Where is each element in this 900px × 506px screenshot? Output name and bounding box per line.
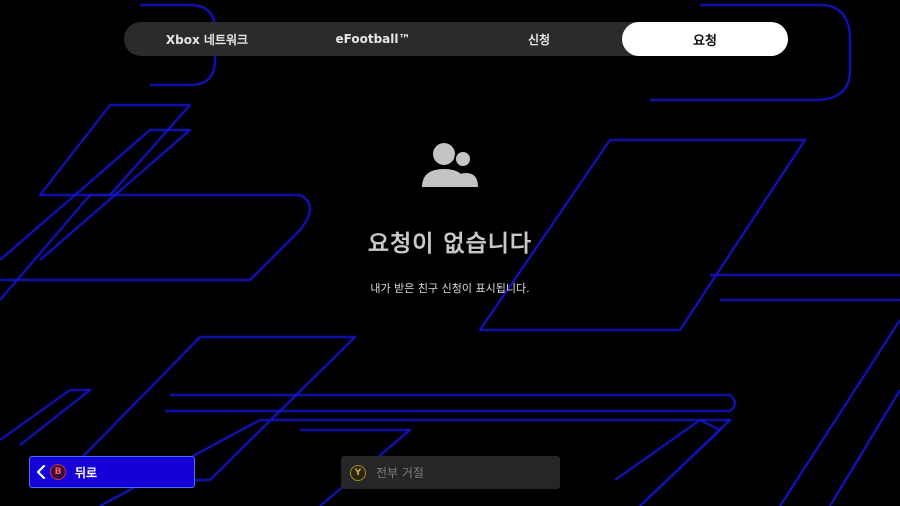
back-button[interactable]: B 뒤로 bbox=[29, 456, 195, 488]
empty-state-title: 요청이 없습니다 bbox=[367, 231, 533, 257]
tab-efootball[interactable]: eFootball™ bbox=[290, 22, 456, 56]
chevron-left-icon bbox=[36, 465, 46, 479]
reject-all-label: 전부 거절 bbox=[376, 466, 424, 480]
empty-state-description: 내가 받은 친구 신청이 표시됩니다. bbox=[370, 282, 530, 295]
tab-bar: Xbox 네트워크 eFootball™ 신청 요청 bbox=[124, 22, 788, 56]
empty-state: 요청이 없습니다 내가 받은 친구 신청이 표시됩니다. bbox=[0, 140, 900, 296]
tab-applications[interactable]: 신청 bbox=[456, 22, 622, 56]
back-label: 뒤로 bbox=[75, 465, 98, 480]
users-icon bbox=[422, 143, 478, 187]
b-button-icon: B bbox=[50, 464, 66, 480]
tab-requests[interactable]: 요청 bbox=[622, 22, 788, 56]
y-button-icon: Y bbox=[350, 464, 366, 481]
tab-xbox-network[interactable]: Xbox 네트워크 bbox=[124, 22, 290, 56]
reject-all-button[interactable]: Y 전부 거절 bbox=[341, 456, 560, 489]
